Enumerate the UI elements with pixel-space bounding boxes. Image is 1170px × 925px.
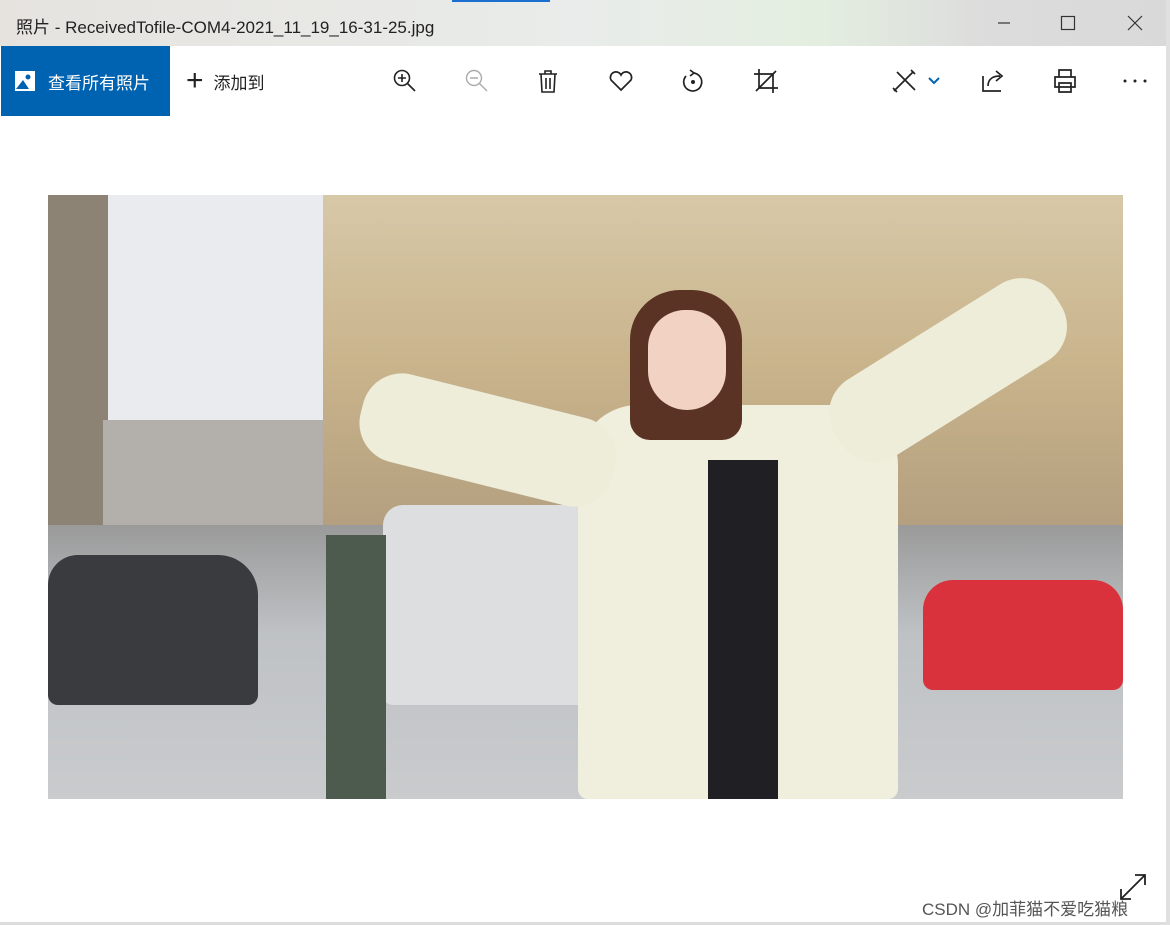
zoom-in-button[interactable] bbox=[387, 64, 423, 98]
zoom-out-button[interactable] bbox=[459, 64, 495, 98]
print-button[interactable] bbox=[1047, 64, 1083, 98]
car-red bbox=[923, 580, 1123, 690]
view-all-photos-button[interactable]: 查看所有照片 bbox=[1, 46, 170, 116]
print-icon bbox=[1054, 69, 1076, 93]
close-icon bbox=[1127, 15, 1143, 31]
view-all-label: 查看所有照片 bbox=[48, 73, 150, 93]
minimize-button[interactable] bbox=[974, 0, 1034, 46]
accent-strip bbox=[452, 0, 550, 2]
zoom-out-icon bbox=[465, 69, 488, 92]
plus-icon: + bbox=[186, 64, 204, 97]
share-button[interactable] bbox=[975, 64, 1011, 98]
window-title: 照片 - ReceivedTofile-COM4-2021_11_19_16-3… bbox=[16, 18, 435, 37]
crop-icon bbox=[754, 69, 778, 93]
minimize-icon bbox=[998, 22, 1010, 24]
rotate-button[interactable] bbox=[675, 64, 711, 98]
person-face bbox=[648, 310, 726, 410]
crop-button[interactable] bbox=[748, 64, 784, 98]
chevron-down-icon bbox=[928, 77, 940, 85]
building-left bbox=[48, 195, 108, 525]
car-dark bbox=[48, 555, 258, 705]
add-to-button[interactable]: + 添加到 bbox=[186, 46, 265, 116]
more-icon bbox=[1123, 79, 1147, 83]
building-mid bbox=[103, 420, 323, 530]
watermark: CSDN @加菲猫不爱吃猫粮 bbox=[922, 900, 1129, 919]
zoom-in-icon bbox=[393, 69, 416, 92]
more-button[interactable] bbox=[1117, 64, 1153, 98]
image-icon bbox=[15, 71, 35, 91]
add-to-label: 添加到 bbox=[213, 73, 265, 93]
rotate-icon bbox=[682, 69, 703, 92]
edit-create-icon bbox=[892, 69, 916, 93]
delete-button[interactable] bbox=[530, 64, 566, 98]
bollard bbox=[326, 535, 386, 799]
close-button[interactable] bbox=[1105, 0, 1165, 46]
favorite-button[interactable] bbox=[603, 64, 639, 98]
edit-create-button[interactable] bbox=[884, 64, 948, 98]
window-edge bbox=[1166, 0, 1170, 925]
delete-icon bbox=[539, 70, 557, 93]
person-top bbox=[708, 460, 778, 799]
favorite-icon bbox=[609, 71, 633, 92]
maximize-button[interactable] bbox=[1038, 0, 1098, 46]
maximize-icon bbox=[1060, 15, 1076, 31]
photo-viewer-image[interactable] bbox=[48, 195, 1123, 799]
share-icon bbox=[982, 70, 1004, 92]
